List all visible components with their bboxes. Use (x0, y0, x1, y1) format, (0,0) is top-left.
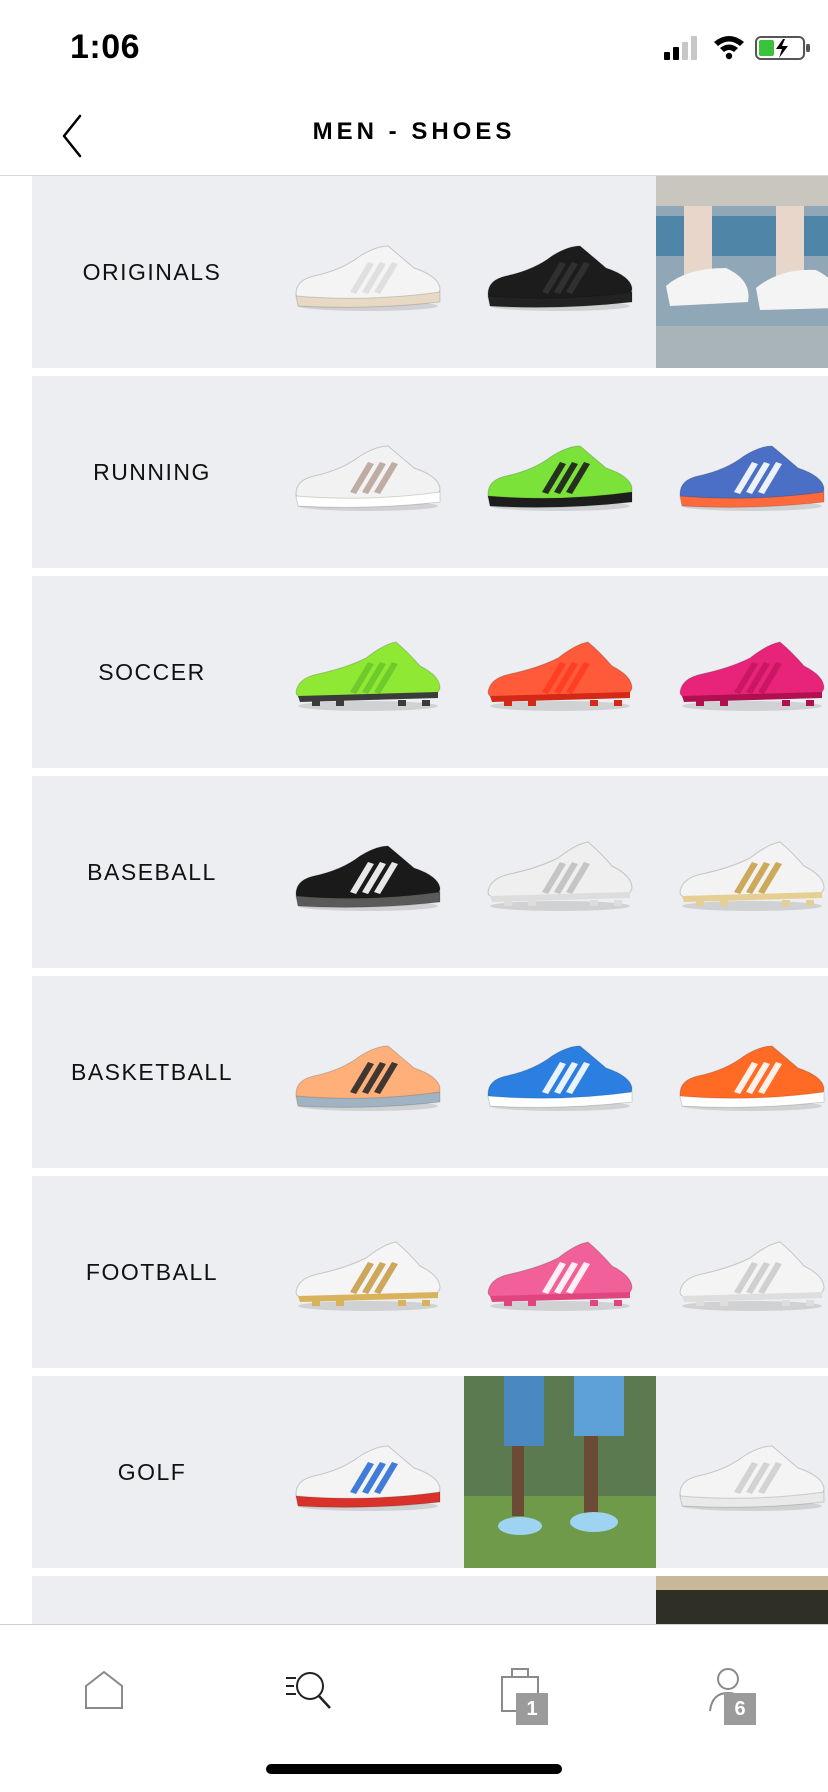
shoe-image (295, 1045, 441, 1111)
product-tile[interactable] (656, 1576, 828, 1624)
shoe-image (295, 245, 441, 311)
product-tile[interactable] (464, 176, 656, 368)
shoe-image (679, 445, 825, 511)
tab-search[interactable] (270, 1655, 350, 1725)
shoe-image (295, 1445, 441, 1511)
product-tile[interactable] (464, 1376, 656, 1568)
product-tile[interactable] (272, 376, 464, 568)
product-tile[interactable] (656, 576, 828, 768)
status-icons (628, 34, 828, 66)
lifestyle-photo (656, 1576, 828, 1624)
product-tile[interactable] (464, 1176, 656, 1368)
product-tile[interactable] (464, 576, 656, 768)
lifestyle-photo (656, 176, 828, 368)
category-row-originals[interactable]: ORIGINALS (32, 176, 828, 368)
status-time: 1:06 (70, 28, 141, 66)
category-label: GOLF (117, 1458, 187, 1485)
cleat-image (679, 641, 825, 711)
product-tile[interactable] (272, 176, 464, 368)
page-title: MEN - SHOES (312, 118, 516, 145)
shoe-image (487, 1045, 633, 1111)
category-label: BASKETBALL (70, 1058, 234, 1085)
wifi-icon (714, 36, 744, 60)
product-tile[interactable] (464, 776, 656, 968)
product-tile[interactable] (272, 1376, 464, 1568)
category-label: SOCCER (98, 658, 206, 685)
category-label (32, 1576, 272, 1624)
product-tile[interactable] (464, 1576, 656, 1624)
product-tile[interactable] (656, 176, 828, 368)
cleat-image (679, 1241, 825, 1311)
shoe-image (295, 845, 441, 911)
tab-account[interactable]: 6 (688, 1655, 768, 1725)
home-indicator (266, 1764, 562, 1774)
search-icon (286, 1672, 331, 1709)
product-tile[interactable] (464, 376, 656, 568)
category-row-golf[interactable]: GOLF (32, 1376, 828, 1568)
category-label: BASEBALL (87, 858, 217, 885)
product-tile[interactable] (272, 1576, 464, 1624)
product-tile[interactable] (656, 1376, 828, 1568)
category-list: ORIGINALS RUNNING SOCCER BASEBALL BASKET… (32, 176, 828, 1624)
battery-charging-icon (755, 36, 810, 60)
cleat-image (295, 641, 441, 711)
cleat-image (487, 641, 633, 711)
cleat-image (679, 841, 825, 911)
cleat-image (487, 1241, 633, 1311)
status-bar: 1:06 (0, 0, 828, 96)
lifestyle-photo (464, 1376, 656, 1568)
shoe-image (487, 245, 633, 311)
product-tile[interactable] (272, 576, 464, 768)
cellular-signal-icon (664, 36, 697, 60)
product-tile[interactable] (656, 376, 828, 568)
cleat-image (295, 1241, 441, 1311)
category-label: ORIGINALS (82, 258, 222, 285)
shoe-image (679, 1445, 825, 1511)
category-label: RUNNING (93, 458, 211, 485)
product-tile[interactable] (272, 776, 464, 968)
category-row-soccer[interactable]: SOCCER (32, 576, 828, 768)
navigation-header: MEN - SHOES (0, 96, 828, 176)
shoe-image (679, 1045, 825, 1111)
category-row-running[interactable]: RUNNING (32, 376, 828, 568)
category-row-football[interactable]: FOOTBALL (32, 1176, 828, 1368)
shoe-image (487, 445, 633, 511)
product-tile[interactable] (656, 776, 828, 968)
product-tile[interactable] (272, 976, 464, 1168)
category-row-basketball[interactable]: BASKETBALL (32, 976, 828, 1168)
product-tile[interactable] (656, 1176, 828, 1368)
product-tile[interactable] (272, 1176, 464, 1368)
product-tile[interactable] (464, 976, 656, 1168)
tab-home[interactable] (64, 1655, 144, 1725)
product-tile[interactable] (656, 976, 828, 1168)
cleat-image (487, 841, 633, 911)
category-label: FOOTBALL (85, 1258, 219, 1285)
bag-count-badge: 1 (516, 1693, 548, 1725)
home-icon (85, 1670, 123, 1709)
tab-bag[interactable]: 1 (480, 1655, 560, 1725)
account-count-badge: 6 (724, 1693, 756, 1725)
category-row-partial[interactable] (32, 1576, 828, 1624)
shoe-image (295, 445, 441, 511)
category-row-baseball[interactable]: BASEBALL (32, 776, 828, 968)
